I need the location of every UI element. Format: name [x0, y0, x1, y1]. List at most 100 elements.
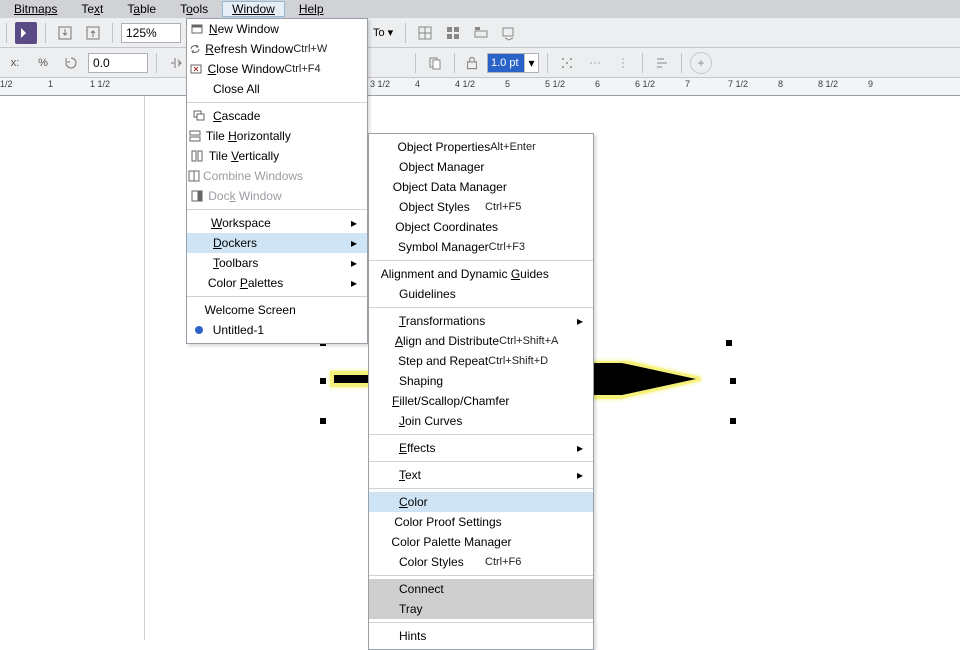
menu-bitmaps[interactable]: Bitmaps: [4, 1, 67, 17]
macro-icon[interactable]: [15, 22, 37, 44]
menu-item-color-styles[interactable]: Color StylesCtrl+F6: [369, 552, 593, 572]
menu-item-tray[interactable]: Tray: [369, 599, 593, 619]
selection-handle[interactable]: [730, 418, 736, 424]
menu-item-workspace[interactable]: Workspace▸: [187, 213, 367, 233]
menu-item-color-palette-manager[interactable]: Color Palette Manager: [369, 532, 593, 552]
grid-icon[interactable]: [442, 22, 464, 44]
ruler-tick: 9: [868, 79, 873, 89]
menu-item-close-all[interactable]: Close All: [187, 79, 367, 99]
ruler-tick: 1/2: [0, 79, 13, 89]
selection-handle[interactable]: [320, 418, 326, 424]
menu-item-object-coordinates[interactable]: Object Coordinates: [369, 217, 593, 237]
menu-item-label: Step and Repeat: [396, 354, 488, 368]
line-width-combo[interactable]: 1.0 pt ▾: [487, 53, 539, 73]
menu-item-close-window[interactable]: Close WindowCtrl+F4: [187, 59, 367, 79]
import-icon[interactable]: [54, 22, 76, 44]
menu-help[interactable]: Help: [289, 1, 334, 17]
menu-item-transformations[interactable]: Transformations▸: [369, 311, 593, 331]
blank-icon: [369, 579, 397, 599]
menu-item-label: Color: [397, 495, 485, 509]
menu-item-tile-horizontally[interactable]: Tile Horizontally: [187, 126, 367, 146]
menu-item-align-and-distribute[interactable]: Align and DistributeCtrl+Shift+A: [369, 331, 593, 351]
blank-icon: [187, 213, 209, 233]
menu-item-label: Effects: [397, 441, 485, 455]
menu-item-label: Tile Horizontally: [204, 129, 291, 143]
menu-item-toolbars[interactable]: Toolbars▸: [187, 253, 367, 273]
menu-item-symbol-manager[interactable]: Symbol ManagerCtrl+F3: [369, 237, 593, 257]
zoom-level[interactable]: 125%: [121, 23, 181, 43]
menu-item-cascade[interactable]: Cascade: [187, 106, 367, 126]
menu-item-dock-window: Dock Window: [187, 186, 367, 206]
menu-item-label: Guidelines: [397, 287, 485, 301]
cascade-icon: [187, 106, 211, 126]
rotate-icon[interactable]: [60, 52, 82, 74]
menu-item-object-styles[interactable]: Object StylesCtrl+F5: [369, 197, 593, 217]
menu-item-guidelines[interactable]: Guidelines: [369, 284, 593, 304]
menu-item-shortcut: Ctrl+Shift+A: [499, 335, 571, 347]
add-button[interactable]: +: [690, 52, 712, 74]
menu-item-label: Object Data Manager: [391, 180, 507, 194]
menu-tools[interactable]: Tools: [170, 1, 218, 17]
menu-item-shortcut: Ctrl+Shift+D: [488, 355, 569, 367]
menu-item-fillet-scallop-chamfer[interactable]: Fillet/Scallop/Chamfer: [369, 391, 593, 411]
blank-icon: [369, 438, 397, 458]
blank-icon: [369, 599, 397, 619]
menu-item-step-and-repeat[interactable]: Step and RepeatCtrl+Shift+D: [369, 351, 593, 371]
menu-window[interactable]: Window: [222, 1, 285, 17]
menu-item-dockers[interactable]: Dockers▸: [187, 233, 367, 253]
blank-icon: [369, 264, 379, 284]
lock-icon[interactable]: [463, 54, 481, 72]
rotation-angle[interactable]: 0.0: [88, 53, 148, 73]
menu-item-object-manager[interactable]: Object Manager: [369, 157, 593, 177]
menu-item-untitled-1[interactable]: Untitled-1: [187, 320, 367, 340]
menu-item-color[interactable]: Color: [369, 492, 593, 512]
snap-icon[interactable]: [414, 22, 436, 44]
blank-icon: [369, 217, 393, 237]
distribute-1-icon[interactable]: [556, 52, 578, 74]
menu-item-tile-vertically[interactable]: Tile Vertically: [187, 146, 367, 166]
export-icon[interactable]: [82, 22, 104, 44]
menu-item-shaping[interactable]: Shaping: [369, 371, 593, 391]
menu-item-text[interactable]: Text▸: [369, 465, 593, 485]
selection-handle[interactable]: [730, 378, 736, 384]
menu-item-new-window[interactable]: New Window: [187, 19, 367, 39]
menu-item-connect[interactable]: Connect: [369, 579, 593, 599]
menu-item-shortcut: Ctrl+F4: [284, 63, 346, 75]
blank-icon: [369, 391, 390, 411]
menu-item-color-proof-settings[interactable]: Color Proof Settings: [369, 512, 593, 532]
menu-separator: [369, 307, 593, 308]
menu-item-refresh-window[interactable]: Refresh WindowCtrl+W: [187, 39, 367, 59]
blank-icon: [369, 492, 397, 512]
align-icon[interactable]: [651, 52, 673, 74]
menu-item-join-curves[interactable]: Join Curves: [369, 411, 593, 431]
separator: [156, 53, 157, 73]
blank-icon: [187, 253, 211, 273]
selection-handle[interactable]: [726, 340, 732, 346]
options-icon[interactable]: [470, 22, 492, 44]
distribute-3-icon[interactable]: [612, 52, 634, 74]
menu-table[interactable]: Table: [117, 1, 166, 17]
menu-item-alignment-and-dynamic-guides[interactable]: Alignment and Dynamic Guides: [369, 264, 593, 284]
copy-props-icon[interactable]: [424, 52, 446, 74]
chevron-down-icon[interactable]: ▾: [524, 54, 538, 72]
menu-item-color-palettes[interactable]: Color Palettes▸: [187, 273, 367, 293]
menu-item-effects[interactable]: Effects▸: [369, 438, 593, 458]
menu-item-object-data-manager[interactable]: Object Data Manager: [369, 177, 593, 197]
blank-icon: [369, 532, 389, 552]
mirror-h-icon[interactable]: [165, 52, 187, 74]
ruler-tick: 7 1/2: [728, 79, 748, 89]
distribute-2-icon[interactable]: [584, 52, 606, 74]
menu-item-shortcut: Ctrl+F3: [489, 241, 570, 253]
separator: [6, 23, 7, 43]
menu-item-shortcut: Ctrl+W: [293, 43, 347, 55]
selection-handle[interactable]: [320, 378, 326, 384]
menu-text[interactable]: Text: [71, 1, 113, 17]
help-howto[interactable]: To ▾: [369, 22, 397, 44]
blank-icon: [369, 137, 396, 157]
dropdown-icon[interactable]: [498, 22, 520, 44]
menu-item-hints[interactable]: Hints: [369, 626, 593, 646]
separator: [547, 53, 548, 73]
menu-item-welcome-screen[interactable]: Welcome Screen: [187, 300, 367, 320]
menu-item-object-properties[interactable]: Object PropertiesAlt+Enter: [369, 137, 593, 157]
separator: [405, 23, 406, 43]
